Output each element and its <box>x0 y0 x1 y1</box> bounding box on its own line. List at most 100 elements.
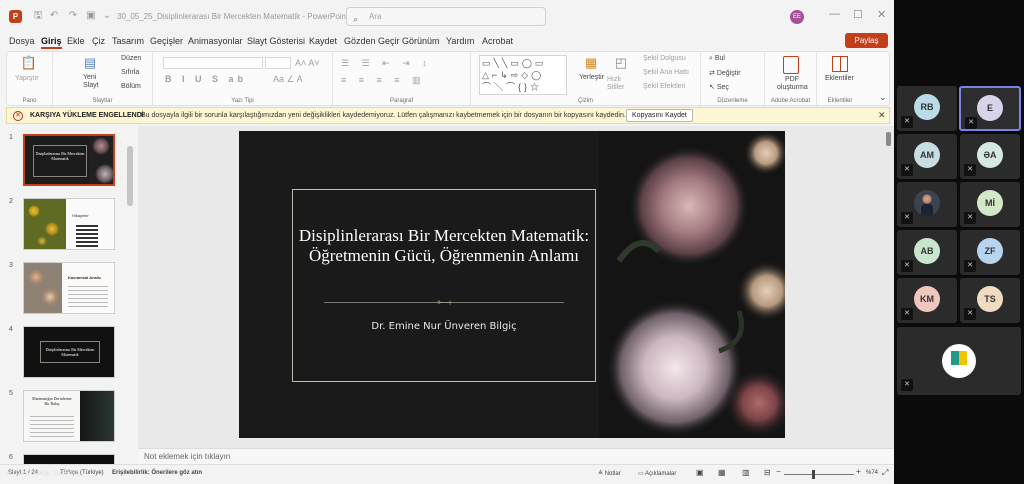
current-slide[interactable]: Disiplinlerarası Bir Mercekten Matematik… <box>239 131 785 438</box>
paste-icon[interactable]: 📋 <box>19 55 39 71</box>
tab-dosya[interactable]: Dosya <box>9 36 35 46</box>
tab-gozden-gecir[interactable]: Gözden Geçir <box>344 36 400 46</box>
addins-icon[interactable] <box>832 56 848 72</box>
slide-thumbnail-6[interactable] <box>23 454 115 464</box>
thumbnails-scrollbar[interactable] <box>127 132 133 462</box>
participant-tile[interactable]: KM ✕ <box>897 278 957 323</box>
comments-toggle[interactable]: ▭ Açıklamalar <box>638 470 676 477</box>
collapse-ribbon-icon[interactable]: ⌄ <box>879 92 887 103</box>
arrange-button[interactable]: Yerleştir <box>579 74 604 81</box>
notes-pane[interactable]: Not eklemek için tıklayın <box>138 448 894 464</box>
list-buttons[interactable]: ☰ ☰ ⇤ ⇥ ↕ <box>341 58 432 69</box>
slide-title[interactable]: Disiplinlerarası Bir Mercekten Matematik… <box>292 226 596 266</box>
pdf-icon[interactable] <box>783 56 799 74</box>
font-format-buttons[interactable]: B I U S ab <box>165 74 247 84</box>
tab-ekle[interactable]: Ekle <box>67 36 85 46</box>
normal-view-icon[interactable]: ▣ <box>696 468 704 477</box>
reading-view-icon[interactable]: ▥ <box>742 468 750 477</box>
slide-subtitle[interactable]: Dr. Emine Nur Ünveren Bilgiç <box>292 321 596 332</box>
shape-effects-button[interactable]: Şekil Efektleri <box>643 83 685 90</box>
slideshow-view-icon[interactable]: ⊟ <box>764 468 771 477</box>
save-icon[interactable]: 🖫 <box>31 9 45 23</box>
font-size-buttons[interactable]: A˄ A˅ <box>295 58 320 68</box>
close-button[interactable]: ✕ <box>877 8 886 21</box>
slideshow-icon[interactable]: ▣ <box>84 9 98 23</box>
participant-tile[interactable]: ƏA ✕ <box>960 134 1020 179</box>
zoom-slider[interactable] <box>784 474 854 475</box>
scrollbar-thumb[interactable] <box>127 146 133 206</box>
alignment-buttons[interactable]: ≡ ≡ ≡ ≡ ▥ <box>341 75 426 86</box>
customize-quick-access-icon[interactable]: ⌄ <box>100 9 114 23</box>
slide-thumbnail-4[interactable]: Disiplinlerarası Bir Mercekten Matematik <box>23 326 115 378</box>
tab-gecisler[interactable]: Geçişler <box>150 36 183 46</box>
shape-fill-button[interactable]: Şekil Dolgusu <box>643 55 686 62</box>
minimize-button[interactable]: — <box>829 8 840 20</box>
participant-tile[interactable]: RB ✕ <box>897 86 957 131</box>
thumb-frame <box>33 145 87 177</box>
undo-icon[interactable]: ↶ <box>47 9 61 23</box>
replace-button[interactable]: ⇄ Değiştir <box>709 69 741 77</box>
paste-button[interactable]: Yapıştır <box>15 75 39 82</box>
mic-muted-icon: ✕ <box>901 260 913 272</box>
participant-avatar: ƏA <box>977 142 1003 168</box>
tab-yardim[interactable]: Yardım <box>446 36 474 46</box>
create-pdf-button[interactable]: PDF oluşturma <box>777 76 808 92</box>
participant-tile-active[interactable]: E ✕ <box>959 86 1021 131</box>
shape-outline-button[interactable]: Şekil Ana Hattı <box>643 69 689 76</box>
quick-styles-icon[interactable]: ◰ <box>611 55 631 71</box>
participant-tile[interactable]: TS ✕ <box>960 278 1020 323</box>
quick-styles-button[interactable]: Hızlı Stiller <box>607 76 631 92</box>
search-input[interactable]: ⌕ Ara <box>346 7 546 26</box>
select-button[interactable]: ↖ Seç <box>709 83 729 91</box>
font-family-select[interactable] <box>163 57 263 69</box>
arrange-icon[interactable]: ▦ <box>581 55 601 71</box>
user-avatar[interactable]: EE <box>790 10 804 24</box>
participant-tile[interactable]: AM ✕ <box>897 134 957 179</box>
save-copy-button[interactable]: Kopyasını Kaydet <box>626 109 693 122</box>
replace-icon: ⇄ <box>709 70 717 77</box>
tab-gorunum[interactable]: Görünüm <box>402 36 440 46</box>
find-button[interactable]: ⌕ Bul <box>709 55 725 63</box>
notes-toggle[interactable]: ≙ Notlar <box>598 470 621 477</box>
new-slide-icon[interactable]: ▤ <box>80 55 100 71</box>
section-button[interactable]: Bölüm <box>121 83 141 90</box>
font-size-select[interactable] <box>265 57 291 69</box>
shapes-gallery[interactable]: ▭╲╲▭◯▭ △⌐↳⇨◇◯ ⌒╲⌒{}☆ <box>479 55 567 95</box>
zoom-level[interactable]: %74 <box>866 470 878 476</box>
group-label-addins: Eklentiler <box>827 98 853 104</box>
maximize-button[interactable]: ☐ <box>853 8 863 21</box>
share-button[interactable]: Paylaş <box>845 33 888 48</box>
tab-tasarim[interactable]: Tasarım <box>112 36 144 46</box>
zoom-out-icon[interactable]: − <box>776 467 781 476</box>
warning-title: KARŞIYA YÜKLEME ENGELLENDİ <box>30 112 144 119</box>
participant-tile[interactable]: AB ✕ <box>897 230 957 275</box>
participant-avatar: TS <box>977 286 1003 312</box>
zoom-slider-knob[interactable] <box>812 470 815 479</box>
layout-button[interactable]: Düzen <box>121 55 141 62</box>
tab-slayt-gosterisi[interactable]: Slayt Gösterisi <box>247 36 305 46</box>
tab-giris[interactable]: Giriş <box>41 36 62 49</box>
participant-tile[interactable]: ZF ✕ <box>960 230 1020 275</box>
slide-thumbnail-3[interactable]: Kavramsal Analiz <box>23 262 115 314</box>
reset-button[interactable]: Sıfırla <box>121 69 139 76</box>
font-color-buttons[interactable]: Aa ∠ A <box>273 74 303 85</box>
fit-to-window-icon[interactable]: ⤢ <box>882 468 888 478</box>
participant-tile-video[interactable]: ✕ <box>897 182 957 227</box>
tab-ciz[interactable]: Çiz <box>92 36 105 46</box>
slide-thumbnail-1[interactable]: Disiplinlerarası Bir Mercekten Matematik <box>23 134 115 186</box>
accessibility-status[interactable]: Erişilebilirlik: Önerilere göz atın <box>112 470 202 476</box>
editor-scrollbar-thumb[interactable] <box>886 132 891 146</box>
participant-tile[interactable]: Mİ ✕ <box>960 182 1020 227</box>
tab-animasyonlar[interactable]: Animasyonlar <box>188 36 243 46</box>
slide-sorter-icon[interactable]: ▦ <box>718 468 726 477</box>
tab-acrobat[interactable]: Acrobat <box>482 36 513 46</box>
tab-kaydet[interactable]: Kaydet <box>309 36 337 46</box>
close-warning-icon[interactable]: ✕ <box>878 110 886 121</box>
addins-button[interactable]: Eklentiler <box>825 75 854 82</box>
presenter-tile[interactable]: ✕ <box>897 327 1021 395</box>
slide-thumbnail-2[interactable]: Hikayeler <box>23 198 115 250</box>
slide-thumbnail-5[interactable]: Matematiğin Derinlerine Bir Bakış <box>23 390 115 442</box>
zoom-in-icon[interactable]: + <box>856 467 861 476</box>
new-slide-button[interactable]: Yeni Slayt <box>83 74 105 90</box>
redo-icon[interactable]: ↷ <box>66 9 80 23</box>
